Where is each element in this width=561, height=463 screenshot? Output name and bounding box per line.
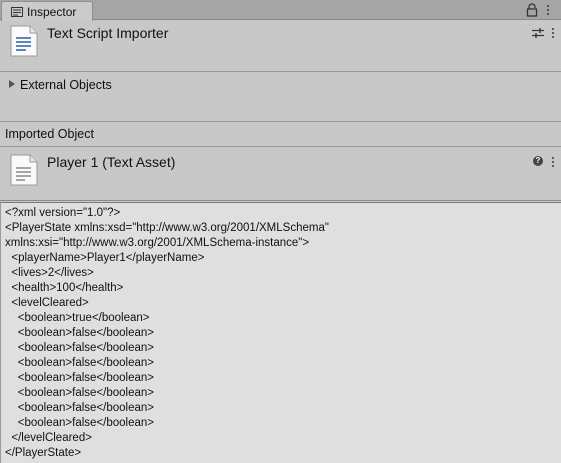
- importer-title: Text Script Importer: [47, 25, 169, 41]
- preview-line: <playerName>Player1</playerName>: [5, 252, 205, 264]
- preview-line: <?xml version="1.0"?>: [5, 207, 121, 219]
- preview-line: <levelCleared>: [5, 297, 89, 309]
- inspector-tab-label: Inspector: [27, 5, 77, 19]
- preview-line: <lives>2</lives>: [5, 267, 94, 279]
- preview-line: <boolean>false</boolean>: [5, 342, 154, 354]
- preview-line: <boolean>false</boolean>: [5, 417, 154, 429]
- asset-title: Player 1 (Text Asset): [47, 154, 176, 170]
- imported-object-header: Imported Object: [0, 122, 561, 147]
- preview-line: <boolean>false</boolean>: [5, 327, 154, 339]
- importer-menu-icon[interactable]: [549, 26, 557, 40]
- preview-line: <boolean>true</boolean>: [5, 312, 150, 324]
- preview-line: <boolean>false</boolean>: [5, 402, 154, 414]
- external-objects-label[interactable]: External Objects: [20, 78, 112, 92]
- preview-line: <boolean>false</boolean>: [5, 372, 154, 384]
- external-objects-foldout[interactable]: External Objects: [0, 72, 561, 122]
- inspector-icon: [11, 7, 23, 17]
- document-icon: [10, 25, 38, 57]
- asset-header: Player 1 (Text Asset) ?: [0, 148, 561, 201]
- help-icon[interactable]: ?: [533, 156, 543, 166]
- preview-line: <health>100</health>: [5, 282, 124, 294]
- lock-icon[interactable]: [526, 3, 538, 17]
- window-menu-icon[interactable]: [544, 3, 552, 17]
- importer-header: Text Script Importer: [0, 21, 561, 72]
- preview-line: </levelCleared>: [5, 432, 92, 444]
- text-asset-preview[interactable]: <?xml version="1.0"?> <PlayerState xmlns:…: [0, 202, 561, 463]
- sliders-icon[interactable]: [532, 27, 544, 39]
- preview-line: xmlns:xsi="http://www.w3.org/2001/XMLSch…: [5, 237, 310, 249]
- preview-line: </PlayerState>: [5, 447, 82, 459]
- text-asset-icon: [10, 154, 38, 186]
- preview-line: <boolean>false</boolean>: [5, 357, 154, 369]
- imported-object-label: Imported Object: [5, 127, 94, 141]
- foldout-arrow-icon[interactable]: [9, 80, 15, 88]
- inspector-tab-bar: Inspector: [0, 0, 561, 21]
- asset-menu-icon[interactable]: [549, 155, 557, 169]
- inspector-tab[interactable]: Inspector: [1, 1, 93, 21]
- preview-line: <PlayerState xmlns:xsd="http://www.w3.or…: [5, 222, 329, 234]
- preview-line: <boolean>false</boolean>: [5, 387, 154, 399]
